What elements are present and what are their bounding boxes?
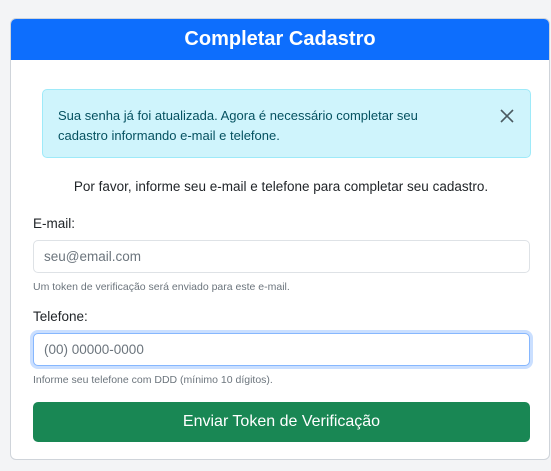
phone-field[interactable]: [33, 333, 530, 366]
send-token-button[interactable]: Enviar Token de Verificação: [33, 402, 530, 442]
card-header: Completar Cadastro: [11, 19, 549, 60]
alert-message: Sua senha já foi atualizada. Agora é nec…: [58, 108, 418, 143]
info-alert: Sua senha já foi atualizada. Agora é nec…: [42, 89, 531, 158]
phone-help-text: Informe seu telefone com DDD (mínimo 10 …: [33, 374, 273, 386]
email-help-text: Um token de verificação será enviado par…: [33, 281, 290, 293]
intro-text: Por favor, informe seu e-mail e telefone…: [73, 179, 489, 194]
email-field[interactable]: [33, 240, 530, 273]
registration-card: Completar Cadastro Sua senha já foi atua…: [10, 18, 550, 460]
close-icon[interactable]: [498, 107, 516, 125]
page-title: Completar Cadastro: [184, 28, 376, 50]
email-label: E-mail:: [33, 216, 76, 231]
phone-label: Telefone:: [33, 309, 88, 324]
